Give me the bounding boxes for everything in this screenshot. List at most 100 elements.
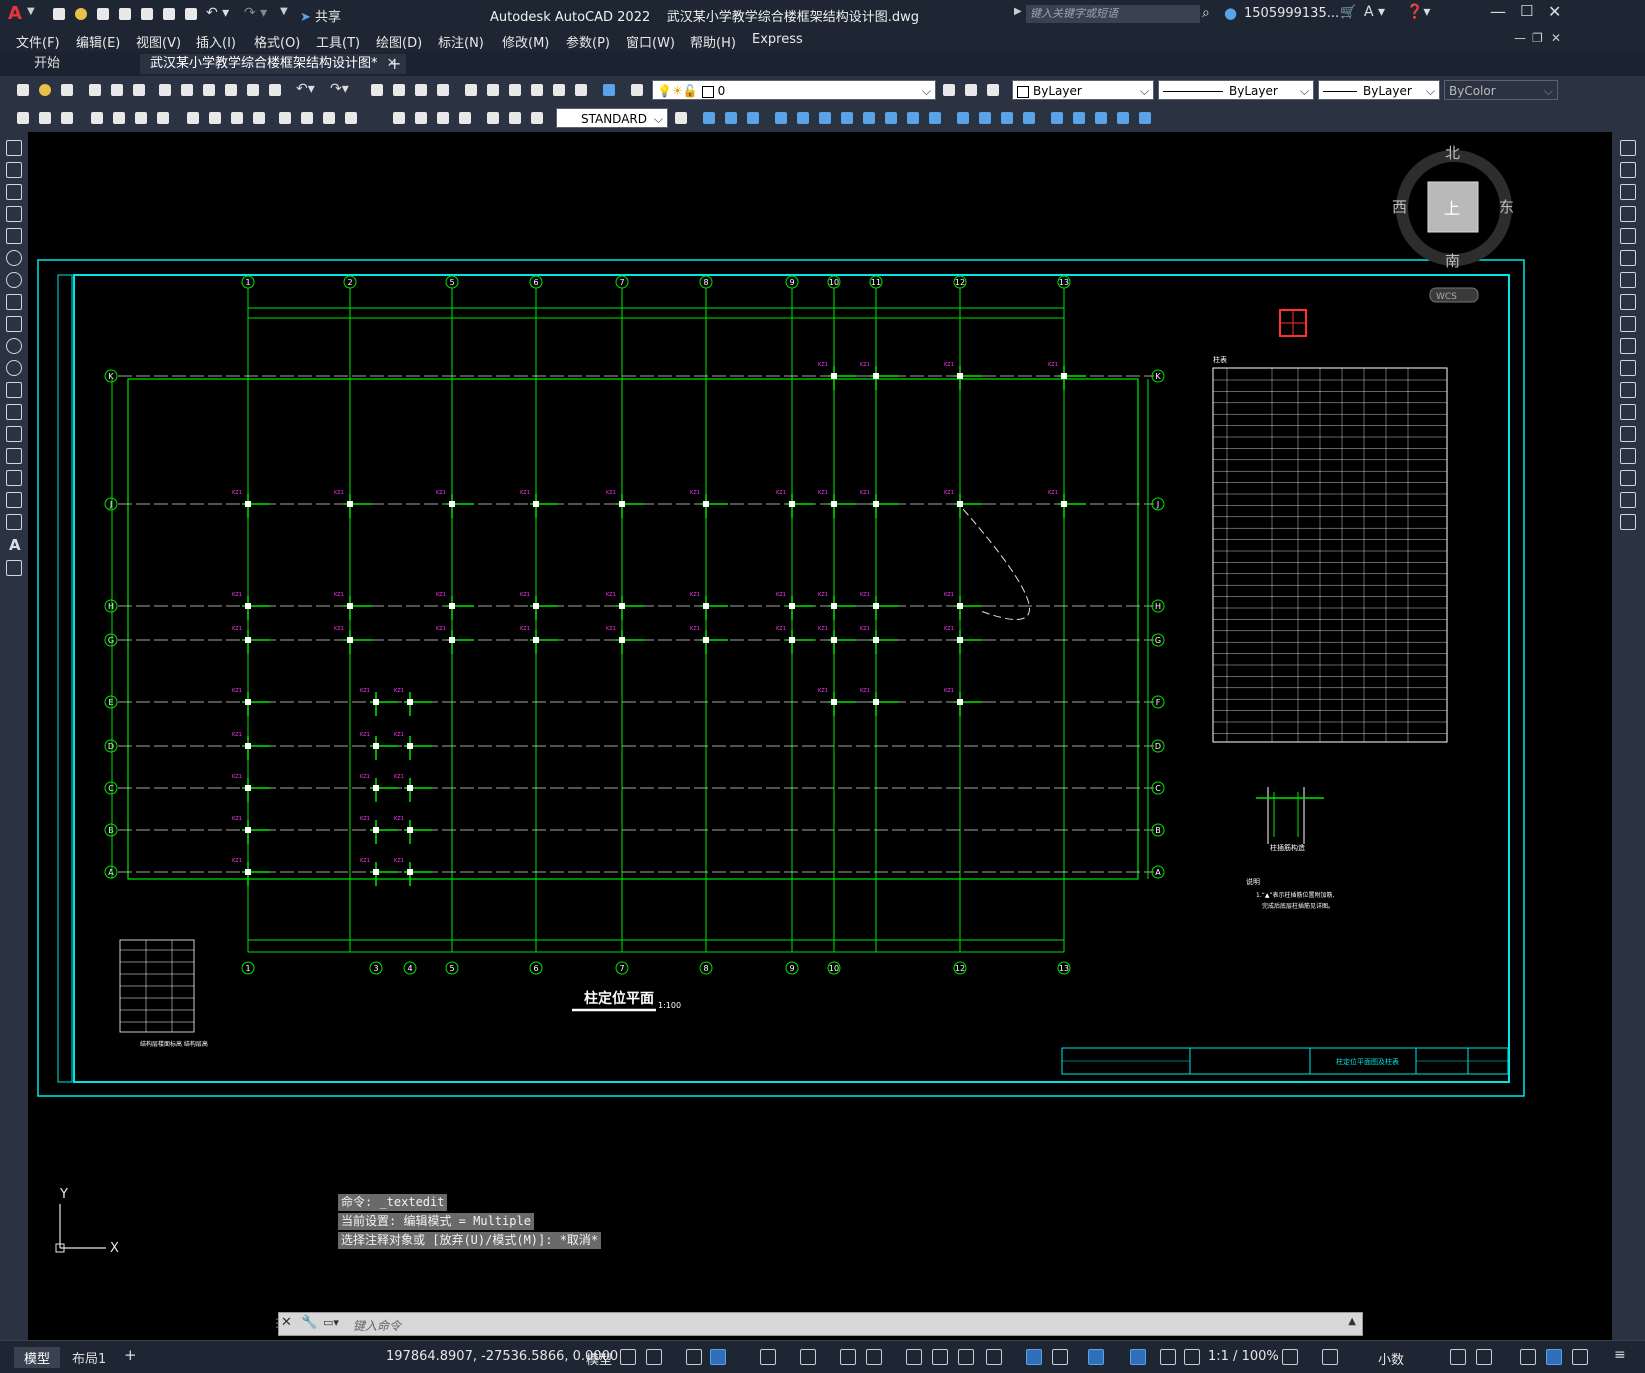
dim-continue-icon[interactable] (250, 109, 268, 127)
pan-icon[interactable] (368, 81, 386, 99)
maximize-button[interactable]: ☐ (1520, 2, 1533, 20)
undo-tb-icon[interactable]: ↶▾ (296, 81, 315, 97)
new-tab-button[interactable]: + (378, 54, 411, 74)
copy-icon[interactable] (178, 81, 196, 99)
user-name[interactable]: 1505999135... (1244, 6, 1339, 21)
command-line[interactable]: ⋮ ✕ 🔧 ▭▾ 键入命令 ▲ (271, 1312, 1363, 1336)
tool-palettes-icon[interactable] (506, 81, 524, 99)
erase-icon[interactable] (1620, 140, 1636, 156)
design-center-icon[interactable] (484, 81, 502, 99)
snap-icon[interactable] (646, 1349, 662, 1365)
circle-icon[interactable] (6, 272, 22, 288)
explode-icon[interactable] (1620, 514, 1636, 530)
command-input[interactable]: 键入命令 (353, 1317, 401, 1334)
lock-ui-icon[interactable] (1476, 1349, 1492, 1365)
help-icon[interactable]: ❓▾ (1406, 4, 1430, 20)
selection-cycling-icon[interactable] (958, 1349, 974, 1365)
modify-break-icon[interactable] (954, 109, 972, 127)
array-icon[interactable] (1620, 228, 1636, 244)
tab-start[interactable]: 开始 (24, 54, 70, 74)
sheetset-icon[interactable] (528, 81, 546, 99)
annotation-visibility-icon[interactable] (1130, 1349, 1146, 1365)
app-menu-arrow-icon[interactable]: ▼ (27, 6, 35, 17)
save-as-icon[interactable] (116, 5, 134, 23)
rotate-icon[interactable] (1620, 272, 1636, 288)
gradient-icon[interactable] (6, 470, 22, 486)
grid-icon[interactable] (620, 1349, 636, 1365)
add-layout-button[interactable]: + (124, 1346, 137, 1364)
dimstyle-dropdown[interactable]: STANDARD ⌵ (556, 108, 668, 128)
dim-space-icon[interactable] (276, 109, 294, 127)
print-icon[interactable] (86, 81, 104, 99)
auto-scale-icon[interactable] (1160, 1349, 1176, 1365)
viewcube-north[interactable]: 北 (1445, 144, 1460, 162)
dim-text-edit-icon[interactable] (456, 109, 474, 127)
modify-array-icon[interactable] (794, 109, 812, 127)
move-icon[interactable] (1620, 250, 1636, 266)
dim-edit-icon[interactable] (434, 109, 452, 127)
viewcube-top-face[interactable]: 上 (1444, 199, 1460, 218)
viewcube-east[interactable]: 东 (1499, 198, 1514, 216)
menu-draw[interactable]: 绘图(D) (376, 32, 422, 51)
command-expand-icon[interactable]: ▲ (1348, 1316, 1356, 1327)
open-web-icon[interactable] (138, 5, 156, 23)
scale-icon[interactable] (1620, 294, 1636, 310)
paste-block-icon[interactable] (222, 81, 240, 99)
extend-icon[interactable] (1620, 360, 1636, 376)
revision-cloud-icon[interactable] (6, 294, 22, 310)
menu-help[interactable]: 帮助(H) (690, 32, 736, 51)
drawing-svg[interactable]: 1 2 5 6 7 8 9 10 11 12 131 3 4 5 6 7 8 9 10 12 13 K KJ JH HG GE F… (28, 132, 1612, 1338)
object-snap-icon[interactable] (866, 1349, 882, 1365)
workspace-icon[interactable] (1282, 1349, 1298, 1365)
new-file-icon[interactable] (50, 5, 68, 23)
dim-style-icon[interactable] (506, 109, 524, 127)
hatch-icon[interactable] (6, 448, 22, 464)
copy-object-icon[interactable] (1620, 162, 1636, 178)
dimstyle-manager-icon[interactable] (672, 109, 690, 127)
infer-icon[interactable] (686, 1349, 702, 1365)
menu-express[interactable]: Express (752, 32, 803, 47)
modify-align-icon[interactable] (1114, 109, 1132, 127)
block-editor-icon[interactable] (266, 81, 284, 99)
modify-move-icon[interactable] (816, 109, 834, 127)
trim-icon[interactable] (1620, 338, 1636, 354)
viewcube[interactable] (1396, 150, 1512, 303)
share-button[interactable]: ➤ 共享 (300, 6, 341, 25)
modify-trim-icon[interactable] (904, 109, 922, 127)
blend-curves-icon[interactable] (1620, 492, 1636, 508)
plot-icon[interactable] (182, 5, 200, 23)
hardware-acceleration-icon[interactable] (1546, 1349, 1562, 1365)
mirror-icon[interactable] (1620, 184, 1636, 200)
dim-angular-icon[interactable] (184, 109, 202, 127)
annotation-scale-value[interactable]: 1:1 / 100% (1208, 1349, 1279, 1364)
quick-dim-icon[interactable] (206, 109, 224, 127)
zoom-window-icon[interactable] (412, 81, 430, 99)
inspection-icon[interactable] (390, 109, 408, 127)
line-icon[interactable] (6, 140, 22, 156)
search-icon[interactable]: ⌕ (1202, 5, 1210, 21)
quick-access-dropdown-icon[interactable]: ▼ (280, 6, 288, 17)
tolerance-icon[interactable] (320, 109, 338, 127)
menu-insert[interactable]: 插入(I) (196, 32, 236, 51)
markup-icon[interactable] (550, 81, 568, 99)
open-icon[interactable] (36, 81, 54, 99)
save-web-icon[interactable] (160, 5, 178, 23)
menu-dimension[interactable]: 标注(N) (438, 32, 484, 51)
doc-close-button[interactable]: ✕ (1551, 31, 1561, 45)
command-customize-icon[interactable]: 🔧 (301, 1315, 317, 1330)
modify-edit-pline-icon[interactable] (1136, 109, 1154, 127)
lineweight-dropdown[interactable]: ByLayer ⌵ (1318, 80, 1440, 100)
dim-radius-icon[interactable] (110, 109, 128, 127)
layer-dropdown[interactable]: 💡☀🔓 0 ⌵ (652, 80, 936, 100)
tab-document[interactable]: 武汉某小学教学综合楼框架结构设计图* ✕ (140, 54, 406, 74)
isodraft-icon[interactable] (800, 1349, 816, 1365)
minimize-button[interactable]: — (1490, 2, 1506, 21)
ellipse-icon[interactable] (6, 338, 22, 354)
ortho-icon[interactable] (710, 1349, 726, 1365)
model-space-toggle[interactable]: 模型 (586, 1349, 612, 1368)
close-button[interactable]: ✕ (1548, 2, 1561, 21)
clean-screen-icon[interactable] (1572, 1349, 1588, 1365)
menu-modify[interactable]: 修改(M) (502, 32, 549, 51)
undo-icon[interactable]: ↶ ▾ (206, 5, 229, 21)
object-snap-tracking-icon[interactable] (840, 1349, 856, 1365)
